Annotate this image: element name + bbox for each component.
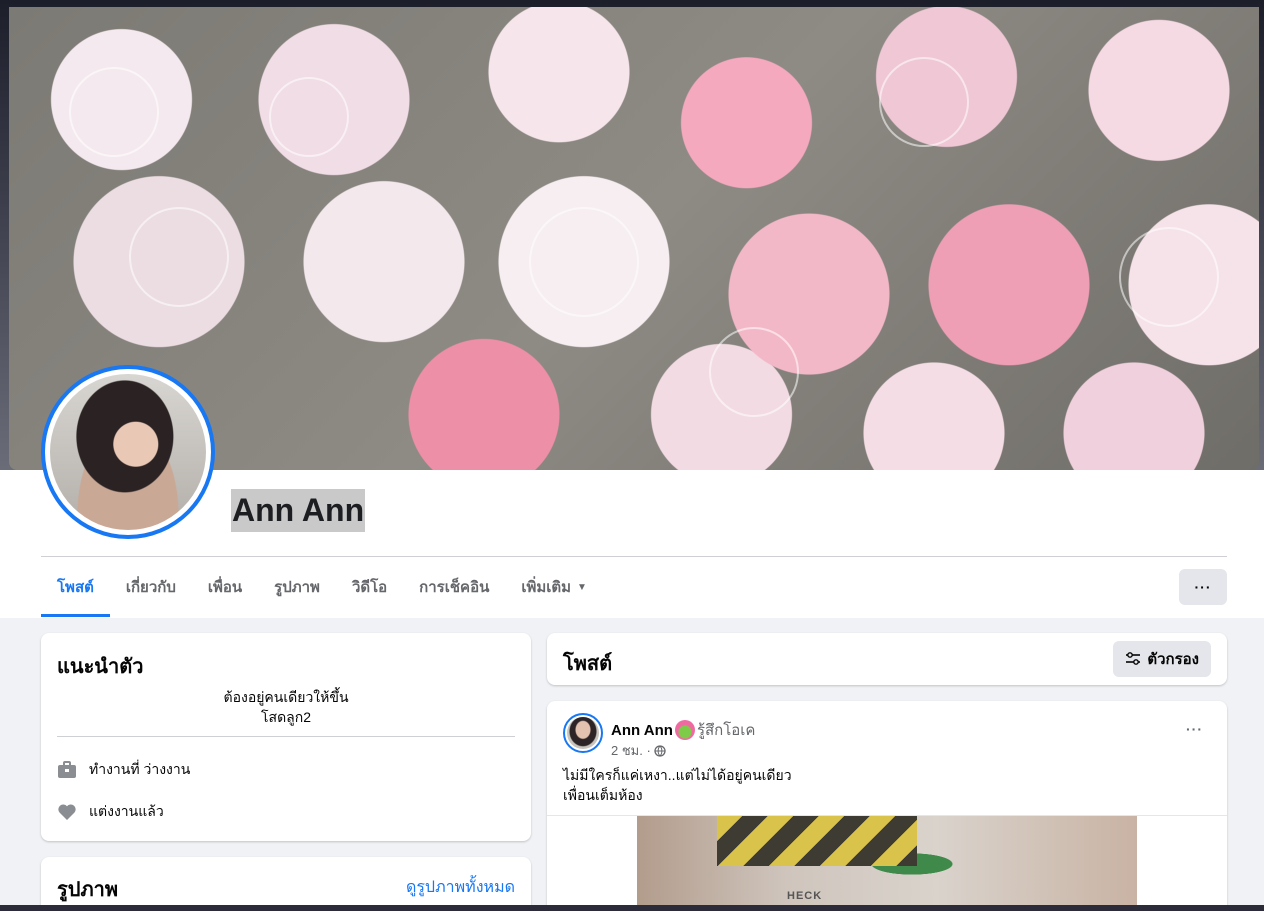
post-author-name[interactable]: Ann Ann — [611, 722, 673, 739]
photos-title: รูปภาพ — [57, 879, 119, 901]
bio-line: โสดลูก2 — [261, 709, 311, 725]
profile-name: Ann Ann — [231, 489, 366, 532]
avatar-border — [45, 369, 211, 535]
work-info: ทำงานที่ ว่างงาน — [57, 759, 190, 781]
post-options-button[interactable]: ··· — [1186, 721, 1203, 737]
tab-label: เกี่ยวกับ — [125, 579, 176, 596]
profile-header: Ann Ann โพสต์ เกี่ยวกับ เพื่อน รูปภาพ วิ… — [0, 0, 1264, 618]
tab-label: รูปภาพ — [274, 579, 320, 596]
tab-friends[interactable]: เพื่อน — [192, 557, 258, 617]
feeling-emoji-icon — [674, 720, 695, 740]
profile-tabs: โพสต์ เกี่ยวกับ เพื่อน รูปภาพ วิดีโอ การ… — [41, 557, 603, 617]
post-text-line: เพื่อนเต็มห้อง — [563, 787, 643, 803]
photo-sign-text: HECK — [787, 890, 823, 902]
tab-label: เพิ่มเติม — [521, 579, 572, 596]
filter-sliders-icon — [1126, 652, 1141, 665]
tab-label: วิดีโอ — [351, 579, 388, 596]
relationship-text: แต่งงานแล้ว — [89, 803, 164, 819]
tab-label: การเช็คอิน — [419, 579, 490, 596]
post-card: Ann Ann รู้สึกโอเค 2 ชม. · ··· ไม่มีใครก… — [547, 701, 1227, 911]
post-text: ไม่มีใครก็แค่เหงา..แต่ไม่ได้อยู่คนเดียว … — [563, 765, 792, 805]
tab-about[interactable]: เกี่ยวกับ — [110, 557, 192, 617]
posts-header-card: โพสต์ ตัวกรอง — [547, 633, 1227, 685]
posts-title: โพสต์ — [563, 653, 613, 675]
tab-label: เพื่อน — [207, 579, 243, 596]
intro-title: แนะนำตัว — [57, 656, 144, 678]
heart-icon — [58, 804, 76, 820]
intro-divider — [57, 736, 515, 737]
post-time[interactable]: 2 ชม. · — [611, 740, 651, 761]
avatar-image — [567, 717, 599, 749]
intro-card: แนะนำตัว ต้องอยู่คนเดียวให้ขึ้น โสดลูก2 … — [41, 633, 531, 841]
tab-posts[interactable]: โพสต์ — [41, 557, 110, 617]
briefcase-icon — [58, 761, 76, 778]
see-all-photos-link[interactable]: ดูรูปภาพทั้งหมด — [406, 875, 515, 900]
post-text-line: ไม่มีใครก็แค่เหงา..แต่ไม่ได้อยู่คนเดียว — [563, 767, 792, 783]
tab-label: โพสต์ — [57, 579, 94, 596]
post-author-avatar[interactable] — [563, 713, 603, 753]
caret-down-icon: ▼ — [577, 581, 587, 593]
relationship-info: แต่งงานแล้ว — [57, 801, 164, 823]
filter-label: ตัวกรอง — [1147, 651, 1199, 668]
post-header: Ann Ann รู้สึกโอเค — [611, 718, 755, 742]
avatar-image — [50, 374, 206, 530]
profile-avatar[interactable] — [41, 365, 215, 539]
bio-line: ต้องอยู่คนเดียวให้ขึ้น — [223, 689, 349, 705]
tab-more[interactable]: เพิ่มเติม ▼ — [505, 557, 603, 617]
tab-photos[interactable]: รูปภาพ — [258, 557, 336, 617]
bottom-window-edge — [0, 905, 1264, 911]
more-options-button[interactable]: ··· — [1179, 569, 1227, 605]
globe-icon — [654, 744, 666, 757]
photos-card: รูปภาพ ดูรูปภาพทั้งหมด — [41, 857, 531, 911]
tab-videos[interactable]: วิดีโอ — [336, 557, 403, 617]
filter-button[interactable]: ตัวกรอง — [1113, 641, 1211, 677]
post-photo[interactable]: HECK — [637, 816, 1137, 911]
bio: ต้องอยู่คนเดียวให้ขึ้น โสดลูก2 — [57, 687, 515, 727]
post-feeling: รู้สึกโอเค — [696, 722, 756, 739]
tab-checkins[interactable]: การเช็คอิน — [403, 557, 505, 617]
post-meta: 2 ชม. · — [611, 740, 666, 761]
work-text: ทำงานที่ ว่างงาน — [89, 761, 191, 777]
